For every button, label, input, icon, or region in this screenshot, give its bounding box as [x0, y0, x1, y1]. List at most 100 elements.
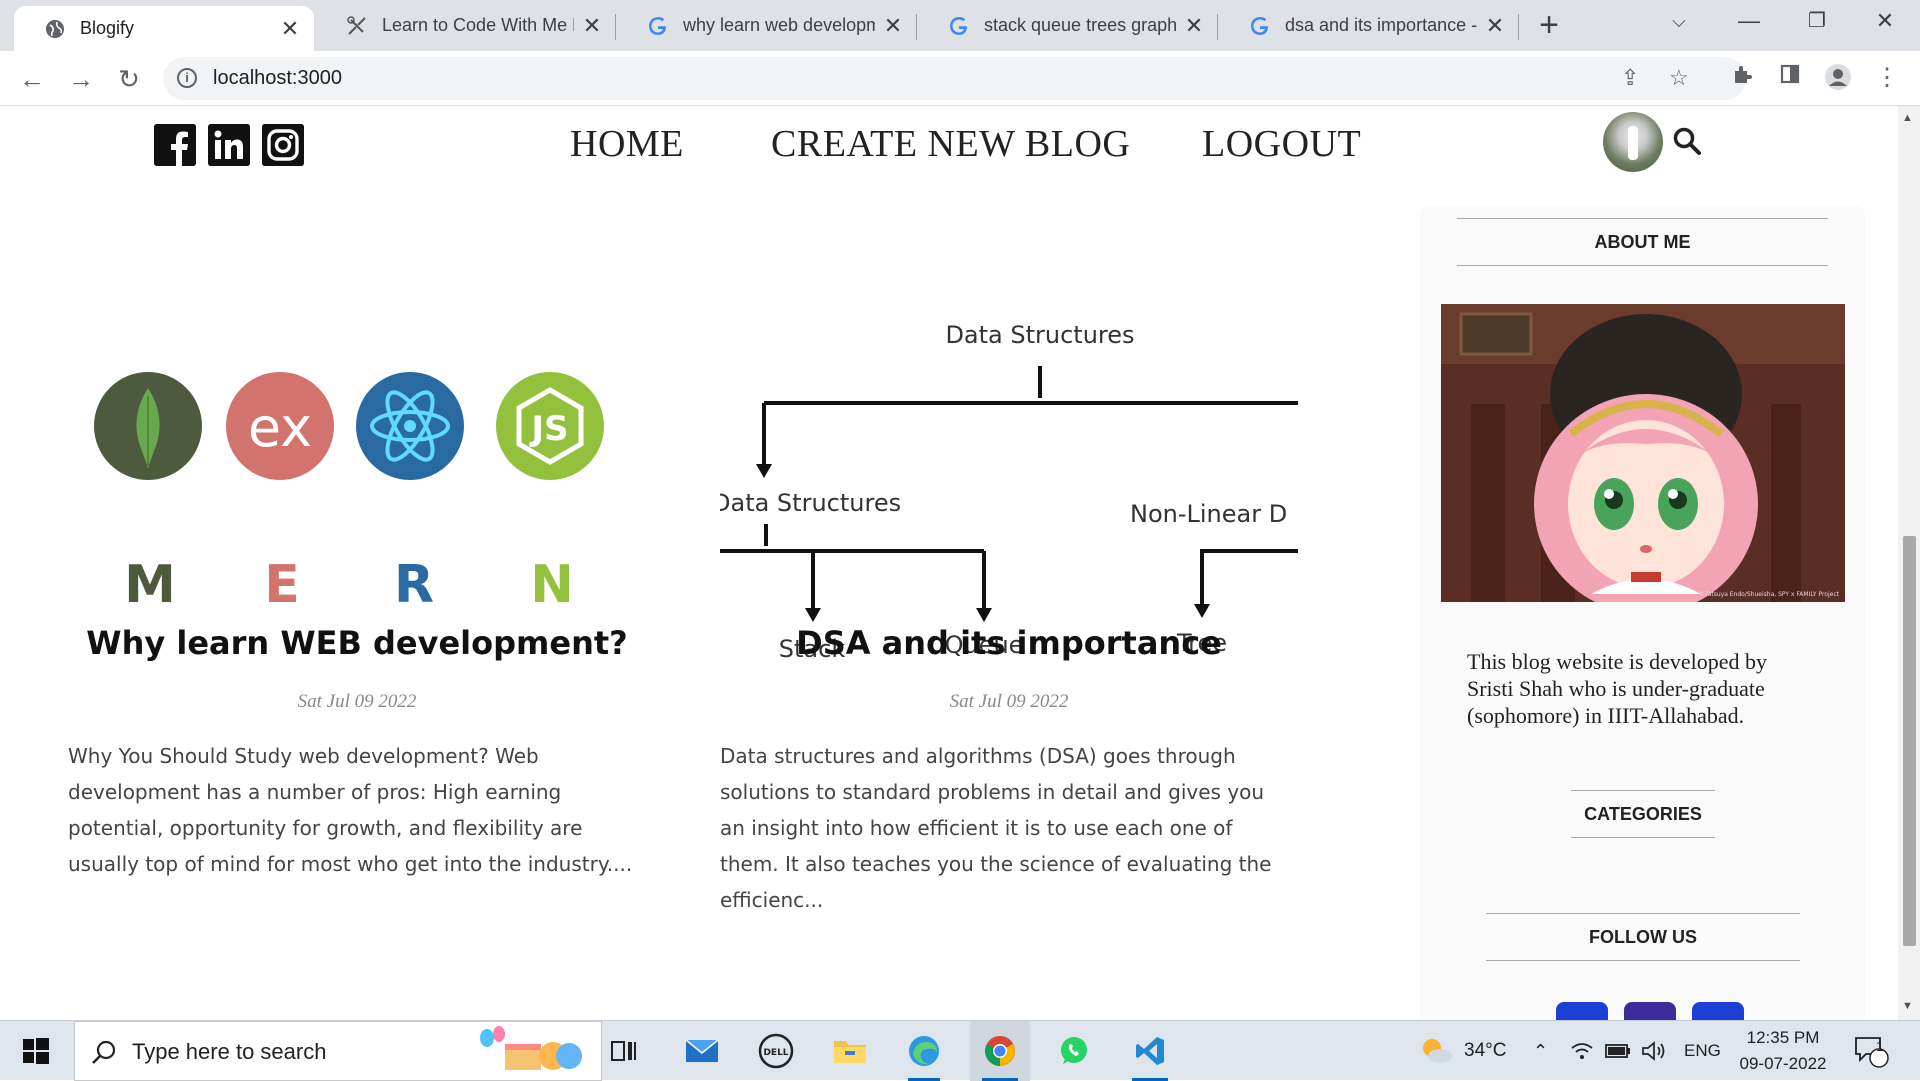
- weather-widget[interactable]: 34°C: [1418, 1021, 1506, 1081]
- tab-blogify[interactable]: Blogify ✕: [14, 6, 314, 51]
- post-date: Sat Jul 09 2022: [297, 691, 417, 712]
- tab-search-chevron-icon[interactable]: ⌵: [1648, 0, 1710, 45]
- clock[interactable]: 12:35 PM 09-07-2022: [1730, 1021, 1836, 1081]
- mail-icon[interactable]: [674, 1021, 730, 1081]
- minimize-button[interactable]: —: [1718, 0, 1780, 45]
- file-explorer-icon[interactable]: [822, 1021, 878, 1081]
- facebook-icon[interactable]: [154, 124, 196, 166]
- post-description: Data structures and algorithms (DSA) goe…: [720, 744, 1272, 912]
- dell-icon[interactable]: DELL: [748, 1021, 804, 1081]
- whatsapp-icon[interactable]: [1046, 1021, 1102, 1081]
- nav-home-link[interactable]: HOME: [570, 122, 684, 166]
- search-highlight-image: [480, 1026, 582, 1070]
- chrome-icon[interactable]: [970, 1021, 1030, 1081]
- close-tab-icon[interactable]: ✕: [1184, 13, 1204, 39]
- notifications-icon[interactable]: 1: [1853, 1021, 1889, 1081]
- tab-title: Learn to Code With Me Bl: [382, 15, 574, 35]
- tab-separator: [916, 14, 917, 40]
- post-title[interactable]: Why learn WEB development?: [77, 624, 637, 662]
- restore-button[interactable]: ❐: [1786, 0, 1848, 45]
- close-tab-icon[interactable]: ✕: [883, 13, 903, 39]
- vscode-icon[interactable]: [1120, 1021, 1180, 1081]
- windows-taskbar: Type here to search DELL 34°C ⌃ ENG 12:3…: [0, 1020, 1920, 1081]
- tab-title: Blogify: [80, 18, 135, 38]
- info-icon[interactable]: i: [177, 68, 197, 88]
- post-title[interactable]: DSA and its importance: [729, 624, 1289, 662]
- nav-logout-link[interactable]: LOGOUT: [1202, 122, 1361, 166]
- letter-n: N: [530, 555, 574, 615]
- post-description: Why You Should Study web development? We…: [68, 744, 633, 876]
- edge-icon[interactable]: [896, 1021, 952, 1081]
- tree-left-label: Data Structures: [720, 489, 901, 517]
- image-credit: ©Tatsuya Endo/Shueisha, SPY x FAMILY Pro…: [1699, 591, 1840, 598]
- profile-icon[interactable]: [1823, 63, 1853, 93]
- follow-us-title: FOLLOW US: [1486, 913, 1800, 961]
- language-indicator[interactable]: ENG: [1684, 1021, 1721, 1081]
- instagram-icon[interactable]: [262, 124, 304, 166]
- side-panel-icon[interactable]: [1775, 63, 1805, 93]
- address-bar[interactable]: i localhost:3000 ⇪ ☆: [163, 57, 1746, 100]
- forward-button[interactable]: →: [63, 61, 99, 97]
- google-icon: [948, 15, 970, 37]
- nodejs-logo-text: JS: [529, 409, 568, 449]
- scroll-up-icon[interactable]: ▲: [1902, 112, 1913, 124]
- weather-temp: 34°C: [1464, 1040, 1507, 1061]
- tab-title: dsa and its importance - (: [1285, 15, 1477, 35]
- linkedin-icon[interactable]: [208, 124, 250, 166]
- page-viewport: HOME CREATE NEW BLOG LOGOUT ex JS M E R …: [0, 106, 1920, 1020]
- taskbar-search-box[interactable]: Type here to search: [74, 1021, 602, 1081]
- tree-root-label: Data Structures: [945, 321, 1134, 349]
- share-icon[interactable]: ⇪: [1621, 65, 1639, 91]
- browser-toolbar: ← → ↻ i localhost:3000 ⇪ ☆ ⋮: [0, 51, 1920, 106]
- battery-icon[interactable]: [1605, 1021, 1631, 1081]
- volume-icon[interactable]: [1641, 1021, 1667, 1081]
- close-tab-icon[interactable]: ✕: [582, 13, 602, 39]
- tab-stack-queue[interactable]: stack queue trees graphs ✕: [918, 0, 1218, 51]
- tab-learn-to-code[interactable]: Learn to Code With Me Bl ✕: [316, 0, 616, 51]
- clock-date: 09-07-2022: [1739, 1054, 1827, 1073]
- weather-icon: [1423, 1039, 1452, 1063]
- close-tab-icon[interactable]: ✕: [1485, 13, 1505, 39]
- post-image-mern[interactable]: ex JS M E R N: [66, 296, 626, 636]
- browser-tab-bar: Blogify ✕ Learn to Code With Me Bl ✕ why…: [0, 0, 1920, 51]
- windows-start-icon[interactable]: [10, 1021, 62, 1081]
- follow-facebook-icon[interactable]: [1556, 1002, 1608, 1020]
- tab-why-learn-web[interactable]: why learn web developme ✕: [617, 0, 917, 51]
- back-button[interactable]: ←: [14, 61, 50, 97]
- nav-create-blog-link[interactable]: CREATE NEW BLOG: [771, 122, 1130, 166]
- letter-m: M: [124, 555, 176, 615]
- bookmark-star-icon[interactable]: ☆: [1669, 65, 1689, 91]
- tab-separator: [1518, 14, 1519, 40]
- tab-dsa-importance[interactable]: dsa and its importance - ( ✕: [1219, 0, 1519, 51]
- tab-separator: [615, 14, 616, 40]
- close-window-button[interactable]: ✕: [1854, 0, 1916, 45]
- task-view-icon[interactable]: [600, 1021, 648, 1081]
- tab-separator: [1217, 14, 1218, 40]
- page-scrollbar[interactable]: ▲ ▼: [1898, 106, 1920, 1020]
- search-icon[interactable]: [1672, 126, 1702, 156]
- user-avatar[interactable]: [1603, 112, 1663, 172]
- url-text[interactable]: localhost:3000: [213, 67, 342, 90]
- menu-kebab-icon[interactable]: ⋮: [1872, 63, 1902, 93]
- scroll-down-icon[interactable]: ▼: [1902, 1000, 1913, 1012]
- show-hidden-icons-icon[interactable]: ⌃: [1533, 1021, 1548, 1081]
- post-date: Sat Jul 09 2022: [949, 691, 1069, 712]
- new-tab-button[interactable]: +: [1531, 8, 1567, 44]
- close-tab-icon[interactable]: ✕: [280, 16, 300, 42]
- follow-linkedin-icon[interactable]: [1624, 1002, 1676, 1020]
- wifi-icon[interactable]: [1570, 1021, 1594, 1081]
- search-icon: [92, 1040, 116, 1064]
- notifications-count: 1: [1876, 1038, 1884, 1054]
- categories-title: CATEGORIES: [1571, 790, 1715, 838]
- tools-icon: [346, 15, 368, 37]
- scrollbar-thumb[interactable]: [1903, 536, 1916, 946]
- post-image-dsa[interactable]: Data Structures Data Structures Non-Line…: [720, 206, 1298, 676]
- about-me-text: This blog website is developed by Sristi…: [1467, 649, 1768, 728]
- extensions-icon[interactable]: [1727, 63, 1757, 93]
- letter-r: R: [394, 555, 434, 615]
- follow-instagram-icon[interactable]: [1692, 1002, 1744, 1020]
- taskbar-search-placeholder: Type here to search: [132, 1039, 327, 1064]
- about-me-image: ©Tatsuya Endo/Shueisha, SPY x FAMILY Pro…: [1441, 304, 1845, 602]
- reload-button[interactable]: ↻: [111, 61, 147, 97]
- clock-time: 12:35 PM: [1746, 1028, 1820, 1047]
